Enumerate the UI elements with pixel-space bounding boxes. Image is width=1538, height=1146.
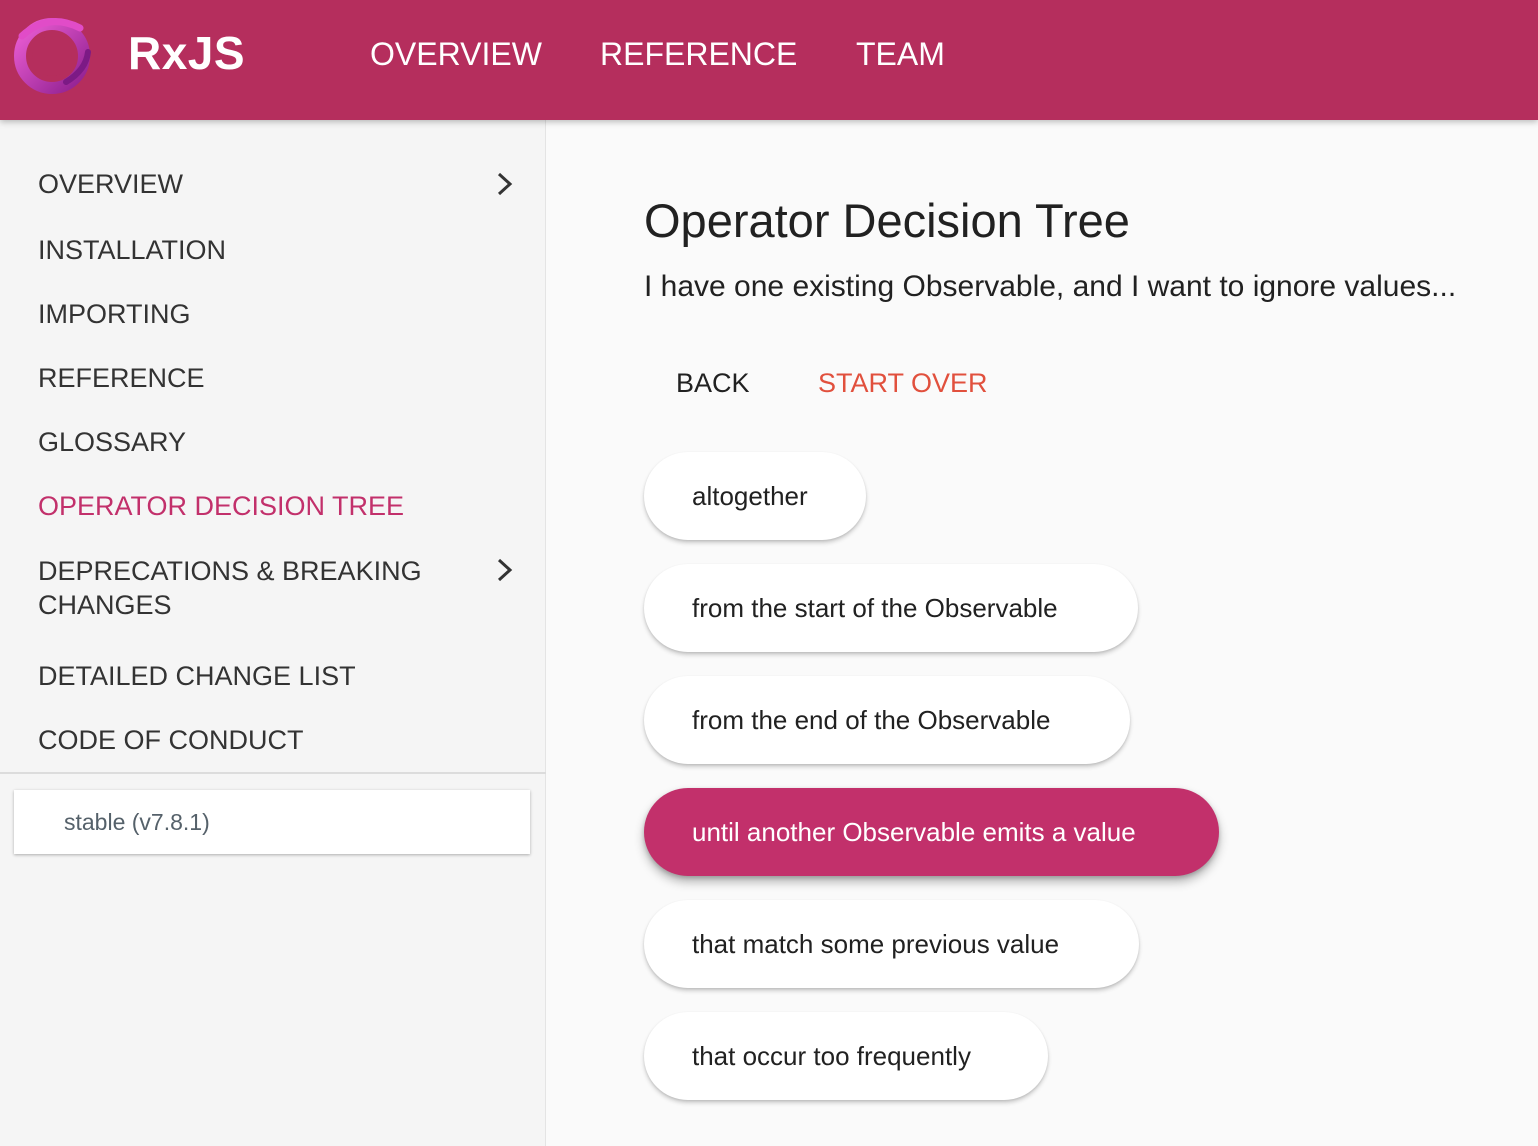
sidebar-item-importing[interactable]: IMPORTING (38, 297, 478, 331)
page-title: Operator Decision Tree (644, 194, 1130, 247)
sidebar-item-overview[interactable]: OVERVIEW (38, 167, 478, 201)
top-bar: RxJS OVERVIEW REFERENCE TEAM (0, 0, 1538, 120)
sidebar-item-detailed-change-list[interactable]: DETAILED CHANGE LIST (38, 659, 478, 693)
sidebar-item-installation[interactable]: INSTALLATION (38, 233, 478, 267)
option-from-start[interactable]: from the start of the Observable (644, 564, 1138, 652)
option-from-end[interactable]: from the end of the Observable (644, 676, 1130, 764)
option-too-frequently[interactable]: that occur too frequently (644, 1012, 1048, 1100)
back-button[interactable]: BACK (676, 368, 750, 399)
brand-name[interactable]: RxJS (128, 26, 245, 80)
nav-team[interactable]: TEAM (856, 36, 945, 73)
version-selector[interactable]: stable (v7.8.1) (14, 790, 530, 854)
option-until-another-observable[interactable]: until another Observable emits a value (644, 788, 1219, 876)
sidebar-item-operator-decision-tree[interactable]: OPERATOR DECISION TREE (38, 489, 478, 523)
sidebar-divider (0, 772, 546, 774)
sidebar-item-reference[interactable]: REFERENCE (38, 361, 478, 395)
sidebar-item-glossary[interactable]: GLOSSARY (38, 425, 478, 459)
nav-overview[interactable]: OVERVIEW (370, 36, 542, 73)
chevron-right-icon[interactable] (494, 171, 516, 197)
nav-reference[interactable]: REFERENCE (600, 36, 797, 73)
rxjs-logo-icon[interactable] (8, 12, 94, 98)
sidebar-item-code-of-conduct[interactable]: CODE OF CONDUCT (38, 723, 478, 757)
chevron-right-icon[interactable] (494, 557, 516, 583)
page-subtitle: I have one existing Observable, and I wa… (644, 270, 1457, 303)
start-over-button[interactable]: START OVER (818, 368, 988, 399)
option-match-previous[interactable]: that match some previous value (644, 900, 1139, 988)
option-altogether[interactable]: altogether (644, 452, 866, 540)
sidebar-item-deprecations[interactable]: DEPRECATIONS & BREAKING CHANGES (38, 554, 458, 622)
sidebar: OVERVIEW INSTALLATION IMPORTING REFERENC… (0, 120, 546, 1146)
